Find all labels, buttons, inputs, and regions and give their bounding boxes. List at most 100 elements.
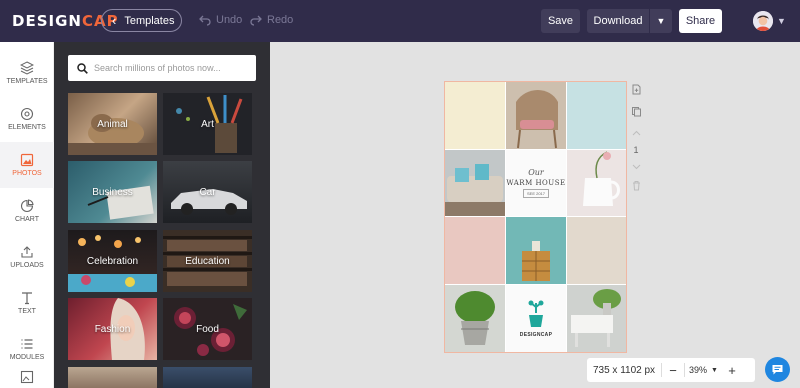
cream-block[interactable] — [445, 82, 505, 149]
category-label: Education — [185, 255, 230, 267]
zoom-out-button[interactable]: − — [662, 363, 684, 378]
chat-icon — [772, 365, 783, 375]
category-label: Celebration — [86, 255, 139, 267]
category-tile-more[interactable] — [163, 367, 252, 388]
page-tools: 1 — [629, 84, 643, 191]
text-icon — [22, 292, 32, 305]
nav-background[interactable] — [0, 370, 54, 388]
chevron-left-icon: ‹ — [112, 13, 117, 28]
templates-label: Templates — [124, 14, 175, 27]
card-script-line[interactable]: Our — [528, 168, 544, 177]
logo-main: DESIGN — [12, 12, 82, 30]
zoom-in-button[interactable]: + — [721, 363, 743, 378]
category-tile-fashion[interactable]: Fashion — [68, 298, 157, 360]
add-page-icon[interactable] — [631, 84, 642, 95]
category-label: Fashion — [94, 323, 131, 335]
category-label: Business — [92, 186, 133, 198]
layers-icon — [20, 61, 34, 75]
category-label: Food — [196, 323, 219, 335]
category-label: Animal — [97, 118, 128, 130]
pitcher-photo[interactable] — [567, 150, 626, 216]
image-icon — [20, 370, 34, 384]
move-down-icon[interactable] — [631, 161, 642, 172]
nav-uploads[interactable]: UPLOADS — [0, 234, 54, 280]
category-label: Art — [201, 118, 214, 130]
photos-panel: Animal Art Business Car Celebration Educ… — [54, 42, 270, 388]
photo-search-box[interactable] — [68, 55, 256, 81]
nav-label: TEMPLATES — [6, 78, 48, 85]
category-tile-education[interactable]: Education — [163, 230, 252, 292]
sofa-photo[interactable] — [445, 150, 505, 216]
card-subtitle[interactable]: SEE 2017 — [522, 189, 549, 198]
nav-text[interactable]: TEXT — [0, 280, 54, 326]
avatar[interactable] — [753, 11, 773, 31]
nav-label: PHOTOS — [12, 170, 42, 177]
account-chevron-icon[interactable]: ▼ — [777, 16, 786, 26]
top-bar: DESIGNCAP ‹ Templates Undo Redo Save Dow… — [0, 0, 800, 42]
plant-photo[interactable] — [445, 285, 505, 352]
title-card[interactable]: Our WARM HOUSE SEE 2017 — [506, 150, 566, 216]
zoom-dropdown-icon[interactable]: ▼ — [711, 367, 721, 374]
plant-image — [445, 285, 505, 352]
chair-image — [506, 82, 566, 149]
nav-templates[interactable]: TEMPLATES — [0, 50, 54, 96]
left-nav: TEMPLATES ELEMENTS PHOTOS CHART UPLOADS … — [0, 42, 54, 388]
pitcher-image — [567, 150, 626, 216]
photo-icon — [20, 153, 34, 167]
plant-logo-icon — [528, 300, 544, 327]
user-avatar-icon — [753, 11, 773, 31]
drawer-image — [506, 217, 566, 284]
templates-button[interactable]: ‹ Templates — [101, 9, 182, 32]
share-button[interactable]: Share — [679, 9, 722, 33]
drawer-photo[interactable] — [506, 217, 566, 284]
list-icon — [21, 339, 33, 349]
category-tile-car[interactable]: Car — [163, 161, 252, 223]
search-icon — [77, 62, 88, 74]
zoom-level[interactable]: 39% — [685, 365, 711, 375]
pie-chart-icon — [20, 199, 34, 213]
category-tile-celebration[interactable]: Celebration — [68, 230, 157, 292]
nav-label: CHART — [15, 216, 39, 223]
sofa-image — [445, 150, 505, 216]
download-button[interactable]: Download ▼ — [587, 9, 672, 33]
table-photo[interactable] — [567, 285, 626, 352]
move-up-icon[interactable] — [631, 128, 642, 139]
page-number: 1 — [633, 145, 639, 155]
category-label: Car — [199, 186, 216, 198]
nav-photos[interactable]: PHOTOS — [0, 142, 54, 188]
category-tile-animal[interactable]: Animal — [68, 93, 157, 155]
nav-chart[interactable]: CHART — [0, 188, 54, 234]
brand-label[interactable]: DESIGNCAP — [520, 332, 552, 338]
chevron-down-icon[interactable]: ▼ — [650, 16, 672, 26]
duplicate-page-icon[interactable] — [631, 106, 642, 117]
zoom-bar: 735 x 1102 px − 39% ▼ + — [587, 358, 755, 382]
category-tile-more[interactable] — [68, 367, 157, 388]
delete-page-icon[interactable] — [631, 180, 642, 191]
nav-elements[interactable]: ELEMENTS — [0, 96, 54, 142]
beige-block[interactable] — [567, 217, 626, 284]
card-title[interactable]: WARM HOUSE — [506, 179, 565, 187]
category-tile-food[interactable]: Food — [163, 298, 252, 360]
category-tile-art[interactable]: Art — [163, 93, 252, 155]
nav-modules[interactable]: MODULES — [0, 326, 54, 372]
save-button[interactable]: Save — [541, 9, 580, 33]
undo-label: Undo — [216, 14, 243, 26]
redo-button[interactable]: Redo — [250, 14, 293, 26]
chat-button[interactable] — [765, 357, 790, 382]
undo-icon — [199, 15, 211, 26]
nav-label: ELEMENTS — [8, 124, 46, 131]
pink-block[interactable] — [445, 217, 505, 284]
undo-button[interactable]: Undo — [199, 14, 242, 26]
category-tile-business[interactable]: Business — [68, 161, 157, 223]
download-label: Download — [593, 15, 643, 27]
nav-label: TEXT — [18, 308, 36, 315]
brand-card[interactable]: DESIGNCAP — [506, 285, 566, 352]
canvas-dimensions: 735 x 1102 px — [592, 364, 656, 376]
upload-icon — [21, 246, 33, 258]
chair-photo[interactable] — [506, 82, 566, 149]
nav-label: UPLOADS — [10, 262, 44, 269]
mint-block[interactable] — [567, 82, 626, 149]
design-canvas[interactable]: Our WARM HOUSE SEE 2017 DESIGNCAP — [444, 81, 627, 353]
search-input[interactable] — [94, 63, 244, 73]
elements-icon — [20, 107, 34, 121]
